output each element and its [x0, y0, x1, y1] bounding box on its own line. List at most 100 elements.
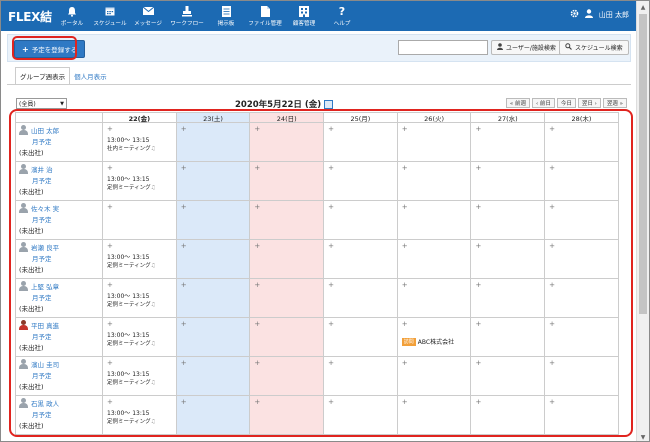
add-event-icon[interactable]: + — [402, 359, 467, 367]
day-cell[interactable]: + — [545, 201, 619, 240]
add-event-icon[interactable]: + — [254, 125, 319, 133]
day-cell[interactable]: + — [397, 123, 472, 162]
event-item[interactable]: 13:00～ 13:15 定例ミーティング♫ — [107, 410, 172, 426]
user-name[interactable]: 山田 太郎 — [599, 10, 629, 20]
add-event-icon[interactable]: + — [328, 281, 393, 289]
day-cell[interactable]: + — [545, 318, 619, 357]
event-item[interactable]: 13:00～ 13:15 定例ミーティング♫ — [107, 176, 172, 192]
day-cell[interactable]: + — [250, 201, 325, 240]
day-cell[interactable]: + — [471, 279, 546, 318]
event-item[interactable]: 13:00～ 13:15 定例ミーティング♫ — [107, 332, 172, 348]
add-event-icon[interactable]: + — [402, 203, 467, 211]
user-name-link[interactable]: 山田 太郎 — [19, 125, 99, 135]
add-event-icon[interactable]: + — [549, 242, 614, 250]
add-event-icon[interactable]: + — [107, 320, 172, 328]
add-event-icon[interactable]: + — [107, 125, 172, 133]
add-event-icon[interactable]: + — [254, 203, 319, 211]
event-item[interactable]: 13:00～ 13:15 定例ミーティング♫ — [107, 371, 172, 387]
add-event-icon[interactable]: + — [402, 242, 467, 250]
day-cell[interactable]: + — [545, 240, 619, 279]
add-event-icon[interactable]: + — [254, 164, 319, 172]
month-schedule-link[interactable]: 月予定 — [19, 292, 99, 302]
app-logo[interactable]: FLEX結 — [8, 8, 52, 25]
day-cell[interactable]: + — [397, 240, 472, 279]
day-cell[interactable]: + — [471, 357, 546, 396]
add-event-icon[interactable]: + — [475, 281, 540, 289]
add-event-icon[interactable]: + — [328, 164, 393, 172]
day-cell[interactable]: + — [250, 162, 325, 201]
add-event-icon[interactable]: + — [402, 164, 467, 172]
day-cell[interactable]: + — [545, 357, 619, 396]
month-schedule-link[interactable]: 月予定 — [19, 136, 99, 146]
nav-file[interactable]: ファイル管理 — [245, 1, 285, 31]
day-cell[interactable]: + — [176, 396, 251, 435]
add-event-icon[interactable]: + — [254, 242, 319, 250]
day-cell[interactable]: +13:00～ 13:15 定例ミーティング♫ — [103, 162, 177, 201]
day-cell[interactable]: + — [250, 318, 325, 357]
user-name-link[interactable]: 上堅 弘章 — [19, 281, 99, 291]
add-event-icon[interactable]: + — [107, 359, 172, 367]
add-event-icon[interactable]: + — [254, 398, 319, 406]
day-cell[interactable]: + — [397, 357, 472, 396]
add-event-icon[interactable]: + — [475, 320, 540, 328]
prev-day-button[interactable]: ‹ 前日 — [531, 98, 555, 108]
add-event-icon[interactable]: + — [107, 164, 172, 172]
day-cell[interactable]: + — [397, 162, 472, 201]
add-event-icon[interactable]: + — [181, 398, 246, 406]
day-cell[interactable]: + — [397, 201, 472, 240]
day-cell[interactable]: + — [176, 357, 251, 396]
day-cell[interactable]: + — [397, 279, 472, 318]
nav-workflow[interactable]: ワークフロー — [167, 1, 207, 31]
day-cell[interactable]: + — [471, 318, 546, 357]
day-cell[interactable]: + — [545, 279, 619, 318]
month-schedule-link[interactable]: 月予定 — [19, 214, 99, 224]
day-cell[interactable]: + — [250, 123, 325, 162]
add-event-icon[interactable]: + — [402, 320, 467, 328]
add-event-icon[interactable]: + — [549, 281, 614, 289]
add-event-icon[interactable]: + — [181, 281, 246, 289]
add-event-icon[interactable]: + — [475, 125, 540, 133]
day-cell[interactable]: + — [250, 396, 325, 435]
add-event-icon[interactable]: + — [181, 125, 246, 133]
add-event-icon[interactable]: + — [475, 164, 540, 172]
today-button[interactable]: 今日 — [556, 98, 576, 108]
add-event-icon[interactable]: + — [181, 203, 246, 211]
add-event-icon[interactable]: + — [549, 359, 614, 367]
day-cell[interactable]: + — [176, 123, 251, 162]
day-cell[interactable]: + — [250, 357, 325, 396]
add-event-icon[interactable]: + — [402, 125, 467, 133]
day-cell[interactable]: + — [471, 201, 546, 240]
add-event-icon[interactable]: + — [549, 203, 614, 211]
user-name-link[interactable]: 平田 真進 — [19, 320, 99, 330]
event-item[interactable]: 13:00～ 13:15 社内ミーティング♫ — [107, 137, 172, 153]
user-name-link[interactable]: 岩瀬 良平 — [19, 242, 99, 252]
day-cell[interactable]: +13:00～ 13:15 定例ミーティング♫ — [103, 279, 177, 318]
month-schedule-link[interactable]: 月予定 — [19, 370, 99, 380]
month-schedule-link[interactable]: 月予定 — [19, 409, 99, 419]
day-cell[interactable]: + — [250, 240, 325, 279]
add-event-icon[interactable]: + — [254, 320, 319, 328]
month-schedule-link[interactable]: 月予定 — [19, 175, 99, 185]
day-cell[interactable]: + — [176, 279, 251, 318]
day-cell[interactable]: + — [471, 396, 546, 435]
next-day-button[interactable]: 翌日 › — [577, 98, 601, 108]
event-item[interactable]: 13:00～ 13:15 定例ミーティング♫ — [107, 254, 172, 270]
nav-schedule[interactable]: スケジュール — [91, 1, 129, 31]
add-event-icon[interactable]: + — [181, 242, 246, 250]
user-name-link[interactable]: 石黒 政人 — [19, 398, 99, 408]
gear-icon[interactable] — [570, 9, 579, 20]
day-cell[interactable]: +13:00～ 13:15 定例ミーティング♫ — [103, 357, 177, 396]
day-cell[interactable]: + 訪問 ABC株式会社 — [397, 318, 472, 357]
user-name-link[interactable]: 濱井 治 — [19, 164, 99, 174]
vertical-scrollbar[interactable]: ▲ ▼ — [636, 1, 649, 441]
nav-customer[interactable]: 顧客管理 — [285, 1, 323, 31]
add-event-icon[interactable]: + — [328, 359, 393, 367]
day-cell[interactable]: +13:00～ 13:15 定例ミーティング♫ — [103, 318, 177, 357]
user-name-link[interactable]: 佐々木 実 — [19, 203, 99, 213]
nav-portal[interactable]: ポータル — [53, 1, 91, 31]
day-cell[interactable]: + — [471, 240, 546, 279]
day-cell[interactable]: + — [324, 279, 398, 318]
add-event-icon[interactable]: + — [549, 125, 614, 133]
day-cell[interactable]: + — [176, 318, 251, 357]
add-event-icon[interactable]: + — [181, 359, 246, 367]
